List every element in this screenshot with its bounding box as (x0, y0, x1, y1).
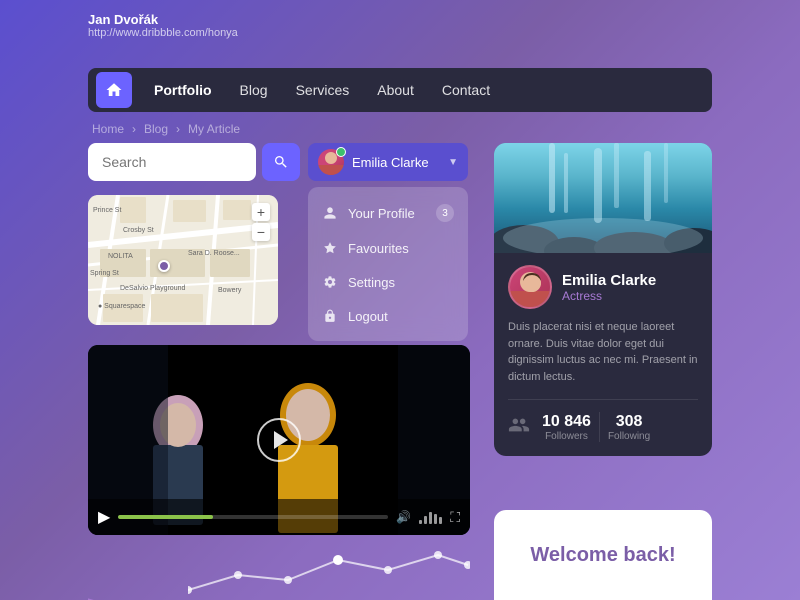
video-background: ▶ 🔊 ⛶ (88, 345, 470, 535)
dropdown-menu: Your Profile 3 Favourites Settings Logou… (308, 187, 468, 341)
video-progress-fill (118, 515, 212, 519)
author-section: Jan Dvořák http://www.dribbble.com/honya (88, 12, 238, 39)
breadcrumb-article[interactable]: My Article (188, 122, 240, 136)
dropdown-item-logout[interactable]: Logout (308, 299, 468, 333)
user-dropdown-container: Emilia Clarke ▼ Your Profile 3 Favourite… (308, 143, 468, 181)
profile-stats: 10 846 Followers 308 Following (508, 399, 698, 442)
volume-bars (419, 510, 442, 524)
dropdown-settings-label: Settings (348, 275, 395, 290)
video-controls: ▶ 🔊 ⛶ (88, 499, 470, 535)
map-label-squarespace: ● Squarespace (98, 303, 145, 310)
user-dropdown-trigger[interactable]: Emilia Clarke ▼ (308, 143, 468, 181)
volume-bar-1 (419, 520, 422, 524)
home-icon (105, 81, 123, 99)
chart-area (88, 540, 470, 600)
video-progress-bar[interactable] (118, 515, 388, 519)
line-chart (188, 540, 470, 600)
followers-count: 10 846 (542, 413, 591, 431)
followers-icon (508, 414, 530, 441)
dropdown-profile-label: Your Profile (348, 206, 415, 221)
profile-card-image (494, 143, 712, 253)
nav-item-about[interactable]: About (363, 76, 428, 104)
waterfall-svg (494, 143, 712, 253)
volume-icon: 🔊 (396, 510, 411, 524)
map-container: Prince St Crosby St NOLITA Spring St DeS… (88, 195, 278, 325)
video-container: ▶ 🔊 ⛶ (88, 345, 470, 535)
map-label-street1: Prince St (93, 207, 121, 214)
following-stat: 308 Following (608, 413, 650, 442)
video-play-control[interactable]: ▶ (98, 507, 110, 527)
avatar-svg (510, 267, 552, 309)
author-name: Jan Dvořák (88, 12, 238, 27)
profile-bio: Duis placerat nisi et neque laoreet orna… (508, 319, 698, 385)
lock-icon (322, 308, 338, 324)
search-container (88, 143, 300, 181)
volume-bar-3 (429, 512, 432, 524)
dropdown-item-favourites[interactable]: Favourites (308, 231, 468, 265)
play-triangle-icon (274, 431, 288, 449)
dropdown-item-profile[interactable]: Your Profile 3 (308, 195, 468, 231)
profile-card: Emilia Clarke Actress Duis placerat nisi… (494, 143, 712, 456)
volume-bar-4 (434, 514, 437, 524)
stats-divider (599, 412, 600, 442)
profile-role: Actress (562, 289, 656, 303)
map-label-spring: Spring St (90, 270, 119, 277)
breadcrumb: Home › Blog › My Article (88, 122, 244, 136)
person-icon (322, 205, 338, 221)
map-label-sara: Sara D. Roose... (188, 250, 240, 257)
navbar: Portfolio Blog Services About Contact (88, 68, 712, 112)
breadcrumb-sep2: › (176, 122, 180, 136)
map-zoom-controls: + − (252, 203, 270, 241)
volume-bar-2 (424, 516, 427, 524)
video-play-button[interactable] (257, 418, 301, 462)
nav-item-contact[interactable]: Contact (428, 76, 504, 104)
search-icon (273, 154, 289, 170)
nav-item-blog[interactable]: Blog (226, 76, 282, 104)
map-pin (158, 260, 170, 272)
map-label-bowery: Bowery (218, 287, 241, 294)
map-background: Prince St Crosby St NOLITA Spring St DeS… (88, 195, 278, 325)
user-name-trigger: Emilia Clarke (352, 155, 440, 170)
profile-name: Emilia Clarke (562, 272, 656, 289)
profile-avatar (508, 265, 552, 309)
avatar-wrapper (318, 149, 344, 175)
welcome-card: Welcome back! (494, 510, 712, 600)
profile-info: Emilia Clarke Actress Duis placerat nisi… (494, 253, 712, 456)
profile-header: Emilia Clarke Actress (508, 265, 698, 309)
map-label-nolita: NOLITA (108, 253, 133, 260)
zoom-in-button[interactable]: + (252, 203, 270, 221)
map-label-street2: Crosby St (123, 227, 154, 234)
expand-icon[interactable]: ⛶ (450, 509, 460, 526)
breadcrumb-sep1: › (132, 122, 136, 136)
nav-item-portfolio[interactable]: Portfolio (140, 76, 226, 104)
followers-label: Followers (542, 431, 591, 442)
profile-badge: 3 (436, 204, 454, 222)
profile-text: Emilia Clarke Actress (562, 272, 656, 303)
author-url: http://www.dribbble.com/honya (88, 27, 238, 39)
following-count: 308 (608, 413, 650, 431)
following-label: Following (608, 431, 650, 442)
followers-stat: 10 846 Followers (542, 413, 591, 442)
search-button[interactable] (262, 143, 300, 181)
nav-home-button[interactable] (96, 72, 132, 108)
donut-chart (88, 540, 188, 600)
zoom-out-button[interactable]: − (252, 223, 270, 241)
search-input[interactable] (88, 143, 256, 181)
breadcrumb-home[interactable]: Home (92, 122, 124, 136)
star-icon (322, 240, 338, 256)
breadcrumb-blog[interactable]: Blog (144, 122, 168, 136)
notification-badge (336, 147, 346, 157)
welcome-text: Welcome back! (530, 544, 675, 567)
dropdown-item-settings[interactable]: Settings (308, 265, 468, 299)
dropdown-logout-label: Logout (348, 309, 388, 324)
dropdown-arrow-icon: ▼ (448, 157, 458, 168)
volume-bar-5 (439, 517, 442, 524)
dropdown-favourites-label: Favourites (348, 241, 409, 256)
map-label-delsalvio: DeSalvio Playground (120, 285, 185, 292)
gear-icon (322, 274, 338, 290)
nav-item-services[interactable]: Services (282, 76, 364, 104)
